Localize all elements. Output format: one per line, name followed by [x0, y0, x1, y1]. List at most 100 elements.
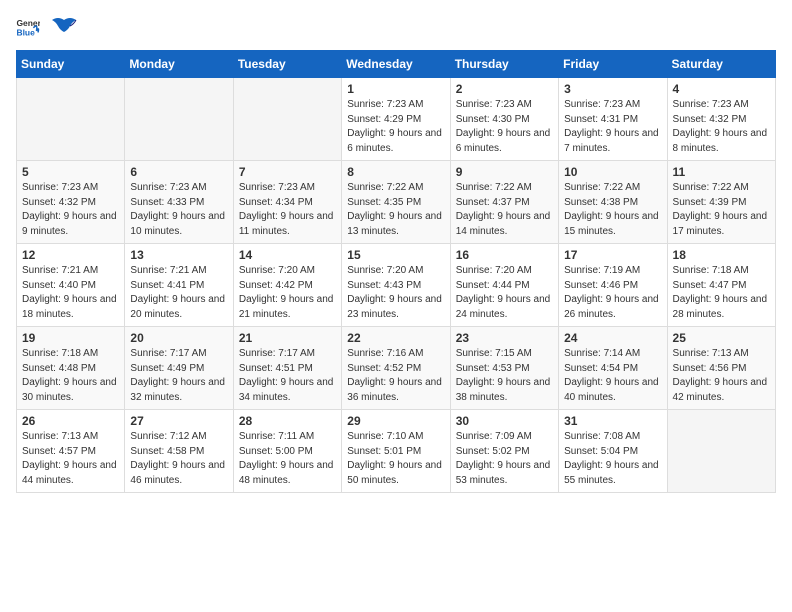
day-number: 11: [673, 165, 770, 179]
day-number: 16: [456, 248, 553, 262]
calendar-cell: 13 Sunrise: 7:21 AM Sunset: 4:41 PM Dayli…: [125, 244, 233, 327]
calendar-cell: 9 Sunrise: 7:22 AM Sunset: 4:37 PM Daylig…: [450, 161, 558, 244]
calendar-cell: 7 Sunrise: 7:23 AM Sunset: 4:34 PM Daylig…: [233, 161, 341, 244]
day-number: 30: [456, 414, 553, 428]
day-info: Sunrise: 7:22 AM Sunset: 4:39 PM Dayligh…: [673, 181, 770, 239]
day-number: 20: [130, 331, 227, 345]
day-info: Sunrise: 7:20 AM Sunset: 4:44 PM Dayligh…: [456, 264, 553, 322]
day-info: Sunrise: 7:23 AM Sunset: 4:31 PM Dayligh…: [564, 98, 661, 156]
calendar-cell: [667, 410, 775, 493]
day-info: Sunrise: 7:09 AM Sunset: 5:02 PM Dayligh…: [456, 430, 553, 488]
calendar-cell: [17, 78, 125, 161]
logo: General Blue: [16, 16, 78, 38]
day-info: Sunrise: 7:22 AM Sunset: 4:37 PM Dayligh…: [456, 181, 553, 239]
day-number: 2: [456, 82, 553, 96]
day-info: Sunrise: 7:23 AM Sunset: 4:30 PM Dayligh…: [456, 98, 553, 156]
day-number: 17: [564, 248, 661, 262]
day-number: 6: [130, 165, 227, 179]
calendar-cell: 26 Sunrise: 7:13 AM Sunset: 4:57 PM Dayli…: [17, 410, 125, 493]
day-number: 7: [239, 165, 336, 179]
day-number: 22: [347, 331, 444, 345]
day-info: Sunrise: 7:13 AM Sunset: 4:57 PM Dayligh…: [22, 430, 119, 488]
calendar-cell: 15 Sunrise: 7:20 AM Sunset: 4:43 PM Dayli…: [342, 244, 450, 327]
day-info: Sunrise: 7:21 AM Sunset: 4:41 PM Dayligh…: [130, 264, 227, 322]
day-info: Sunrise: 7:08 AM Sunset: 5:04 PM Dayligh…: [564, 430, 661, 488]
calendar-cell: 20 Sunrise: 7:17 AM Sunset: 4:49 PM Dayli…: [125, 327, 233, 410]
day-of-week-header: Sunday: [17, 51, 125, 78]
day-number: 5: [22, 165, 119, 179]
day-number: 19: [22, 331, 119, 345]
calendar-cell: 8 Sunrise: 7:22 AM Sunset: 4:35 PM Daylig…: [342, 161, 450, 244]
calendar-cell: 11 Sunrise: 7:22 AM Sunset: 4:39 PM Dayli…: [667, 161, 775, 244]
day-info: Sunrise: 7:23 AM Sunset: 4:32 PM Dayligh…: [673, 98, 770, 156]
day-number: 13: [130, 248, 227, 262]
day-info: Sunrise: 7:16 AM Sunset: 4:52 PM Dayligh…: [347, 347, 444, 405]
logo-bird-icon: [50, 16, 78, 38]
day-number: 21: [239, 331, 336, 345]
day-info: Sunrise: 7:17 AM Sunset: 4:49 PM Dayligh…: [130, 347, 227, 405]
calendar-cell: 29 Sunrise: 7:10 AM Sunset: 5:01 PM Dayli…: [342, 410, 450, 493]
day-number: 28: [239, 414, 336, 428]
day-info: Sunrise: 7:13 AM Sunset: 4:56 PM Dayligh…: [673, 347, 770, 405]
day-info: Sunrise: 7:22 AM Sunset: 4:38 PM Dayligh…: [564, 181, 661, 239]
day-of-week-header: Tuesday: [233, 51, 341, 78]
day-info: Sunrise: 7:12 AM Sunset: 4:58 PM Dayligh…: [130, 430, 227, 488]
day-number: 27: [130, 414, 227, 428]
day-info: Sunrise: 7:19 AM Sunset: 4:46 PM Dayligh…: [564, 264, 661, 322]
day-number: 26: [22, 414, 119, 428]
calendar-table: SundayMondayTuesdayWednesdayThursdayFrid…: [16, 50, 776, 493]
day-info: Sunrise: 7:20 AM Sunset: 4:43 PM Dayligh…: [347, 264, 444, 322]
calendar-cell: [125, 78, 233, 161]
day-info: Sunrise: 7:10 AM Sunset: 5:01 PM Dayligh…: [347, 430, 444, 488]
day-info: Sunrise: 7:23 AM Sunset: 4:34 PM Dayligh…: [239, 181, 336, 239]
calendar-cell: 27 Sunrise: 7:12 AM Sunset: 4:58 PM Dayli…: [125, 410, 233, 493]
calendar-cell: 12Sunrise: 7:21 AM Sunset: 4:40 PM Dayli…: [17, 244, 125, 327]
calendar-cell: 19 Sunrise: 7:18 AM Sunset: 4:48 PM Dayli…: [17, 327, 125, 410]
calendar-week-row: 5Sunrise: 7:23 AM Sunset: 4:32 PM Daylig…: [17, 161, 776, 244]
calendar-cell: 3 Sunrise: 7:23 AM Sunset: 4:31 PM Daylig…: [559, 78, 667, 161]
calendar-cell: 16 Sunrise: 7:20 AM Sunset: 4:44 PM Dayli…: [450, 244, 558, 327]
day-number: 9: [456, 165, 553, 179]
day-info: Sunrise: 7:17 AM Sunset: 4:51 PM Dayligh…: [239, 347, 336, 405]
day-number: 8: [347, 165, 444, 179]
calendar-cell: 18 Sunrise: 7:18 AM Sunset: 4:47 PM Dayli…: [667, 244, 775, 327]
calendar-cell: 17 Sunrise: 7:19 AM Sunset: 4:46 PM Dayli…: [559, 244, 667, 327]
day-number: 31: [564, 414, 661, 428]
day-of-week-header: Friday: [559, 51, 667, 78]
day-of-week-header: Wednesday: [342, 51, 450, 78]
calendar-week-row: 19 Sunrise: 7:18 AM Sunset: 4:48 PM Dayli…: [17, 327, 776, 410]
calendar-cell: 1 Sunrise: 7:23 AM Sunset: 4:29 PM Daylig…: [342, 78, 450, 161]
day-number: 1: [347, 82, 444, 96]
day-of-week-header: Monday: [125, 51, 233, 78]
day-info: Sunrise: 7:18 AM Sunset: 4:47 PM Dayligh…: [673, 264, 770, 322]
day-number: 18: [673, 248, 770, 262]
day-number: 3: [564, 82, 661, 96]
calendar-cell: 31 Sunrise: 7:08 AM Sunset: 5:04 PM Dayli…: [559, 410, 667, 493]
calendar-cell: 6 Sunrise: 7:23 AM Sunset: 4:33 PM Daylig…: [125, 161, 233, 244]
calendar-cell: 21 Sunrise: 7:17 AM Sunset: 4:51 PM Dayli…: [233, 327, 341, 410]
calendar-cell: 14Sunrise: 7:20 AM Sunset: 4:42 PM Dayli…: [233, 244, 341, 327]
day-of-week-header: Saturday: [667, 51, 775, 78]
day-number: 25: [673, 331, 770, 345]
logo-icon: General Blue: [16, 17, 40, 37]
day-info: Sunrise: 7:18 AM Sunset: 4:48 PM Dayligh…: [22, 347, 119, 405]
day-info: Sunrise: 7:23 AM Sunset: 4:29 PM Dayligh…: [347, 98, 444, 156]
calendar-cell: 22 Sunrise: 7:16 AM Sunset: 4:52 PM Dayli…: [342, 327, 450, 410]
day-number: 23: [456, 331, 553, 345]
calendar-week-row: 26 Sunrise: 7:13 AM Sunset: 4:57 PM Dayli…: [17, 410, 776, 493]
day-info: Sunrise: 7:22 AM Sunset: 4:35 PM Dayligh…: [347, 181, 444, 239]
day-info: Sunrise: 7:20 AM Sunset: 4:42 PM Dayligh…: [239, 264, 336, 322]
day-info: Sunrise: 7:14 AM Sunset: 4:54 PM Dayligh…: [564, 347, 661, 405]
day-number: 29: [347, 414, 444, 428]
day-number: 12: [22, 248, 119, 262]
calendar-cell: [233, 78, 341, 161]
day-of-week-header: Thursday: [450, 51, 558, 78]
calendar-cell: 5Sunrise: 7:23 AM Sunset: 4:32 PM Daylig…: [17, 161, 125, 244]
day-info: Sunrise: 7:23 AM Sunset: 4:33 PM Dayligh…: [130, 181, 227, 239]
day-info: Sunrise: 7:11 AM Sunset: 5:00 PM Dayligh…: [239, 430, 336, 488]
day-number: 15: [347, 248, 444, 262]
calendar-cell: 24Sunrise: 7:14 AM Sunset: 4:54 PM Dayli…: [559, 327, 667, 410]
day-number: 4: [673, 82, 770, 96]
calendar-cell: 30 Sunrise: 7:09 AM Sunset: 5:02 PM Dayli…: [450, 410, 558, 493]
calendar-cell: 28 Sunrise: 7:11 AM Sunset: 5:00 PM Dayli…: [233, 410, 341, 493]
